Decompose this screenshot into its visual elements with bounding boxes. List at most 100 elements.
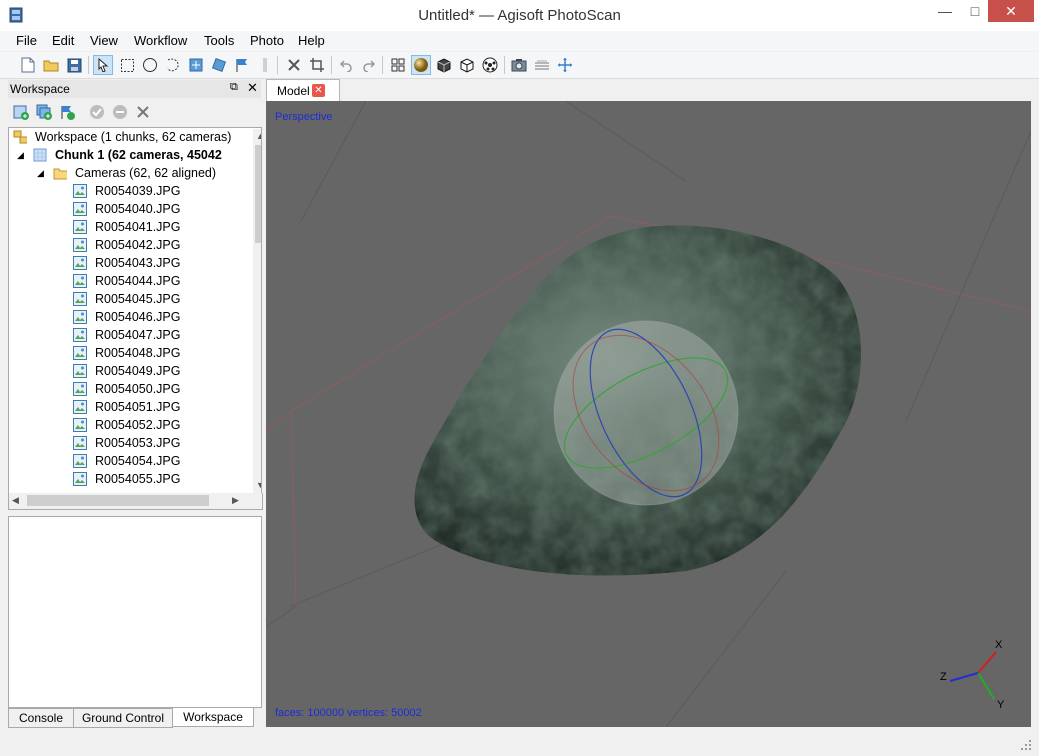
scroll-up-icon[interactable]: ▲: [256, 131, 261, 141]
photo-icon: [73, 346, 87, 360]
scroll-thumb[interactable]: [255, 145, 261, 243]
photo-label: R0054051.JPG: [95, 400, 181, 414]
menu-tools[interactable]: Tools: [204, 33, 234, 48]
window-title: Untitled* — Agisoft PhotoScan: [418, 7, 621, 24]
move-object-icon[interactable]: [232, 55, 252, 75]
tree-horizontal-scrollbar[interactable]: ◀ ▶: [8, 493, 263, 510]
rectangle-select-icon[interactable]: [117, 55, 137, 75]
maximize-button[interactable]: □: [960, 0, 990, 22]
wireframe-icon[interactable]: [457, 55, 477, 75]
toolbar-separator: [504, 56, 505, 74]
remove-icon[interactable]: [133, 102, 153, 122]
photo-icon: [73, 310, 87, 324]
tab-console[interactable]: Console: [8, 708, 74, 728]
model-tab-label: Model: [277, 84, 310, 98]
reset-view-icon[interactable]: [555, 55, 575, 75]
tab-model[interactable]: Model ✕: [266, 79, 340, 102]
menu-view[interactable]: View: [90, 33, 118, 48]
workspace-label: Workspace (1 chunks, 62 cameras): [35, 130, 232, 144]
photo-icon: [73, 400, 87, 414]
close-button[interactable]: ✕: [988, 0, 1034, 22]
menu-help[interactable]: Help: [298, 33, 325, 48]
photo-icon: [73, 292, 87, 306]
toolbar-separator: [382, 56, 383, 74]
cameras-label: Cameras (62, 62 aligned): [75, 166, 217, 180]
toolbar-separator: [331, 56, 332, 74]
float-panel-icon[interactable]: ⧉: [230, 81, 238, 94]
delete-icon[interactable]: [284, 55, 304, 75]
undo-icon[interactable]: [336, 55, 356, 75]
scroll-right-icon[interactable]: ▶: [232, 495, 239, 506]
add-photos-icon[interactable]: [34, 102, 54, 122]
workspace-toolbar: [8, 99, 261, 125]
tab-workspace[interactable]: Workspace: [172, 708, 254, 727]
photo-label: R0054042.JPG: [95, 238, 181, 252]
status-bar: [0, 729, 1039, 756]
shaded-icon[interactable]: [411, 55, 431, 75]
toolbar-separator: [88, 56, 89, 74]
photo-icon: [73, 364, 87, 378]
axis-gizmo: [949, 651, 997, 700]
disable-icon[interactable]: [110, 102, 130, 122]
tree-vertical-scrollbar[interactable]: ▲ ▼: [253, 129, 261, 493]
new-icon[interactable]: [18, 55, 38, 75]
title-bar: Untitled* — Agisoft PhotoScan — □ ✕: [0, 0, 1039, 32]
free-select-icon[interactable]: [163, 55, 183, 75]
menu-photo[interactable]: Photo: [250, 33, 284, 48]
menu-edit[interactable]: Edit: [52, 33, 74, 48]
add-chunk-icon[interactable]: [11, 102, 31, 122]
photo-label: R0054041.JPG: [95, 220, 181, 234]
circle-select-icon[interactable]: [140, 55, 160, 75]
scroll-thumb[interactable]: [27, 495, 209, 506]
show-region-icon[interactable]: [532, 55, 552, 75]
rotate-region-icon[interactable]: [209, 55, 229, 75]
scroll-left-icon[interactable]: ◀: [12, 495, 19, 506]
model-scene: [266, 101, 1031, 727]
menu-file[interactable]: File: [16, 33, 37, 48]
solid-icon[interactable]: [434, 55, 454, 75]
workspace-panel-header: Workspace ⧉ ✕: [8, 80, 261, 98]
crop-icon[interactable]: [307, 55, 327, 75]
redo-icon[interactable]: [359, 55, 379, 75]
main-toolbar: [0, 52, 1039, 79]
close-panel-icon[interactable]: ✕: [247, 80, 258, 96]
photo-label: R0054047.JPG: [95, 328, 181, 342]
photo-label: R0054052.JPG: [95, 418, 181, 432]
save-icon[interactable]: [64, 55, 84, 75]
photo-icon: [73, 274, 87, 288]
enable-icon[interactable]: [87, 102, 107, 122]
menu-bar: File Edit View Workflow Tools Photo Help: [0, 31, 1039, 51]
tab-ground-control[interactable]: Ground Control: [73, 708, 173, 728]
photo-label: R0054054.JPG: [95, 454, 181, 468]
resize-grip-icon[interactable]: [1020, 739, 1032, 751]
menu-workflow[interactable]: Workflow: [134, 33, 187, 48]
folder-icon: [53, 168, 67, 180]
photo-label: R0054045.JPG: [95, 292, 181, 306]
projection-label: Perspective: [275, 111, 333, 123]
collapse-arrow-icon[interactable]: ◢: [17, 146, 24, 164]
add-markers-icon[interactable]: [57, 102, 77, 122]
navigation-icon[interactable]: [93, 55, 113, 75]
minimize-button[interactable]: —: [930, 0, 960, 22]
scroll-down-icon[interactable]: ▼: [256, 480, 261, 490]
photo-label: R0054055.JPG: [95, 472, 181, 486]
photo-icon: [73, 202, 87, 216]
close-tab-icon[interactable]: ✕: [312, 84, 325, 97]
resize-region-icon[interactable]: [186, 55, 206, 75]
photo-label: R0054039.JPG: [95, 184, 181, 198]
collapse-arrow-icon[interactable]: ◢: [37, 164, 44, 182]
model-viewport[interactable]: Perspective X Y Z faces: 100000 vertices…: [266, 101, 1031, 727]
photo-icon: [73, 454, 87, 468]
point-cloud-icon[interactable]: [388, 55, 408, 75]
textured-icon[interactable]: [480, 55, 500, 75]
photo-icon: [73, 184, 87, 198]
photo-label: R0054040.JPG: [95, 202, 181, 216]
show-cameras-icon[interactable]: [509, 55, 529, 75]
tree-item-chunk[interactable]: ◢ Chunk 1 (62 cameras, 45042: [13, 146, 253, 164]
photo-label: R0054050.JPG: [95, 382, 181, 396]
photo-label: R0054049.JPG: [95, 364, 181, 378]
chunk-label: Chunk 1 (62 cameras, 45042: [55, 148, 222, 162]
open-icon[interactable]: [41, 55, 61, 75]
toolbar-grip: [255, 55, 275, 75]
photo-icon: [73, 328, 87, 342]
